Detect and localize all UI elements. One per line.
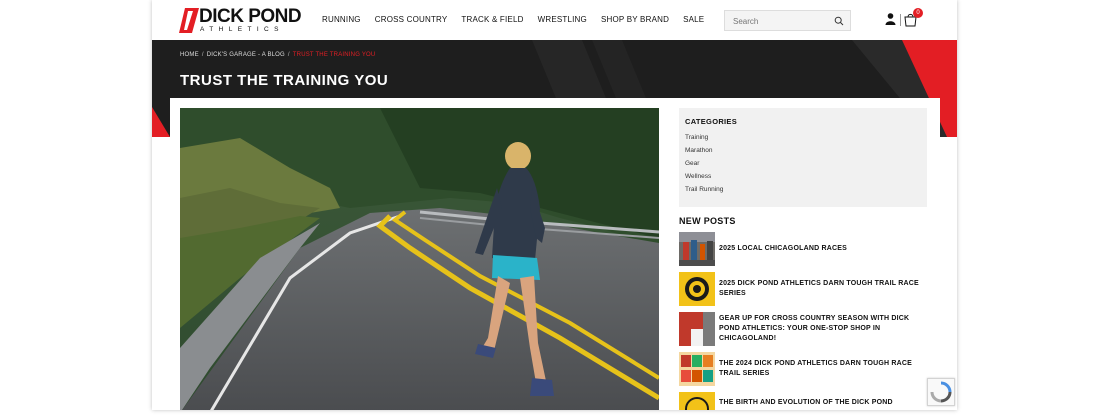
post-title[interactable]: GEAR UP FOR CROSS COUNTRY SEASON WITH DI… — [719, 314, 929, 344]
logo-name: DICK POND — [199, 6, 302, 27]
post-item[interactable]: THE 2024 DICK POND ATHLETICS DARN TOUGH … — [679, 352, 927, 392]
site-container: DICK POND ATHLETICS RUNNING CROSS COUNTR… — [152, 0, 957, 410]
nav-item-cross-country[interactable]: CROSS COUNTRY — [375, 15, 448, 24]
breadcrumb-section[interactable]: DICK'S GARAGE - A BLOG — [207, 52, 285, 58]
user-icon[interactable] — [885, 13, 896, 25]
post-thumbnail[interactable] — [679, 312, 715, 346]
post-thumbnail[interactable] — [679, 272, 715, 306]
new-posts-title: NEW POSTS — [679, 216, 736, 226]
post-thumbnail[interactable] — [679, 232, 715, 266]
nav-item-shop-by-brand[interactable]: SHOP BY BRAND — [601, 15, 669, 24]
search-input[interactable] — [733, 15, 828, 27]
categories-panel: CATEGORIES Training Marathon Gear Wellne… — [679, 108, 927, 207]
logo-slash-icon — [179, 8, 199, 33]
article-hero-image — [180, 108, 659, 410]
search-box — [724, 10, 851, 31]
nav-item-sale[interactable]: SALE — [683, 15, 704, 24]
nav-item-wrestling[interactable]: WRESTLING — [538, 15, 587, 24]
category-training[interactable]: Training — [685, 134, 921, 141]
recaptcha-icon — [930, 381, 952, 403]
nav-item-running[interactable]: RUNNING — [322, 15, 361, 24]
page-title: TRUST THE TRAINING YOU — [180, 72, 389, 89]
categories-title: CATEGORIES — [685, 117, 738, 126]
breadcrumb-separator: / — [201, 52, 204, 58]
search-icon[interactable] — [834, 16, 844, 26]
post-thumbnail[interactable] — [679, 352, 715, 386]
breadcrumb-current: TRUST THE TRAINING YOU — [292, 52, 376, 58]
post-title[interactable]: THE 2024 DICK POND ATHLETICS DARN TOUGH … — [719, 359, 929, 379]
content-area: CATEGORIES Training Marathon Gear Wellne… — [170, 98, 940, 410]
category-wellness[interactable]: Wellness — [685, 173, 921, 180]
post-item[interactable]: GEAR UP FOR CROSS COUNTRY SEASON WITH DI… — [679, 312, 927, 352]
header: DICK POND ATHLETICS RUNNING CROSS COUNTR… — [152, 0, 957, 40]
page: DICK POND ATHLETICS RUNNING CROSS COUNTR… — [0, 0, 1110, 417]
nav-item-track-field[interactable]: TRACK & FIELD — [461, 15, 523, 24]
post-item[interactable]: THE BIRTH AND EVOLUTION OF THE DICK POND — [679, 392, 927, 410]
category-gear[interactable]: Gear — [685, 160, 921, 167]
category-trail-running[interactable]: Trail Running — [685, 186, 921, 193]
logo[interactable]: DICK POND ATHLETICS — [179, 6, 302, 34]
header-divider — [900, 14, 901, 26]
main-nav: RUNNING CROSS COUNTRY TRACK & FIELD WRES… — [322, 15, 718, 24]
post-title[interactable]: 2025 LOCAL CHICAGOLAND RACES — [719, 244, 929, 254]
recaptcha-badge[interactable] — [927, 378, 955, 406]
category-marathon[interactable]: Marathon — [685, 147, 921, 154]
breadcrumb-home[interactable]: HOME — [180, 52, 199, 58]
runner-on-road-image — [180, 108, 659, 410]
post-title[interactable]: THE BIRTH AND EVOLUTION OF THE DICK POND — [719, 398, 929, 408]
cart-count-badge: 0 — [913, 8, 923, 18]
post-item[interactable]: 2025 DICK POND ATHLETICS DARN TOUGH TRAI… — [679, 272, 927, 312]
sidebar: CATEGORIES Training Marathon Gear Wellne… — [679, 108, 927, 410]
post-item[interactable]: 2025 LOCAL CHICAGOLAND RACES — [679, 232, 927, 272]
breadcrumb-separator: / — [287, 52, 290, 58]
breadcrumb: HOME / DICK'S GARAGE - A BLOG / TRUST THE TR… — [180, 52, 375, 58]
logo-subtitle: ATHLETICS — [200, 26, 284, 33]
post-thumbnail[interactable] — [679, 392, 715, 410]
post-title[interactable]: 2025 DICK POND ATHLETICS DARN TOUGH TRAI… — [719, 279, 929, 299]
